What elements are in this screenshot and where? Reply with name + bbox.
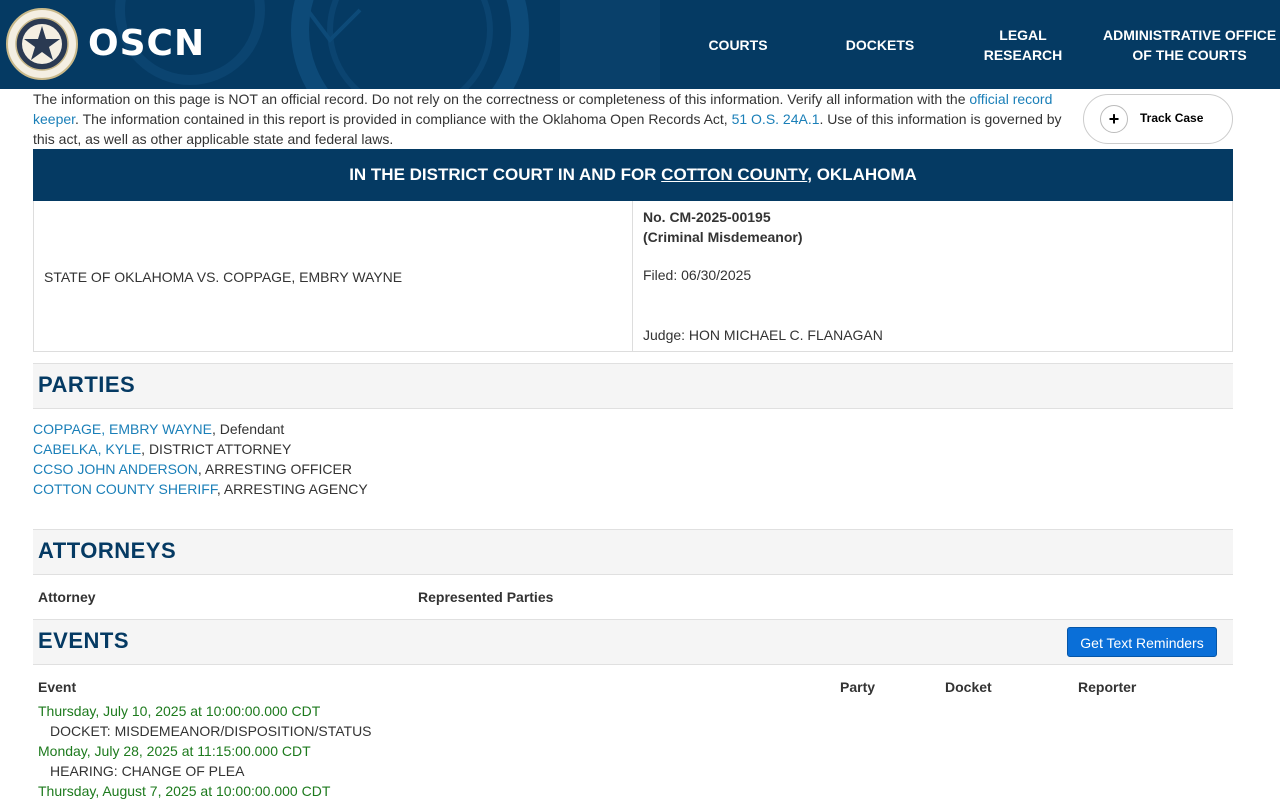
event-date: Monday, July 28, 2025 at 11:15:00.000 CD… <box>38 743 311 759</box>
column-header-attorney: Attorney <box>38 589 96 605</box>
court-banner: IN THE DISTRICT COURT IN AND FOR COTTON … <box>33 149 1233 201</box>
case-number: No. CM-2025-00195 <box>643 209 771 225</box>
case-filed-date: Filed: 06/30/2025 <box>643 267 752 283</box>
column-header-event: Event <box>38 679 77 695</box>
parties-heading: PARTIES <box>38 372 136 397</box>
column-header-reporter: Reporter <box>1078 679 1137 695</box>
track-case-label: Track Case <box>1140 111 1204 125</box>
notice-text-1: The information on this page is NOT an o… <box>33 91 970 107</box>
main-nav: COURTS DOCKETS LEGAL RESEARCH ADMINISTRA… <box>667 0 1280 89</box>
case-info-cell: No. CM-2025-00195 (Criminal Misdemeanor) <box>643 207 802 247</box>
list-item: COPPAGE, EMBRY WAYNE, Defendant <box>33 419 368 439</box>
event-date: Thursday, August 7, 2025 at 10:00:00.000… <box>38 783 331 799</box>
list-item: Thursday, July 10, 2025 at 10:00:00.000 … <box>38 701 372 741</box>
events-heading: EVENTS <box>38 628 130 653</box>
party-link[interactable]: CABELKA, KYLE <box>33 441 141 457</box>
nav-admin-label-line2: OF THE COURTS <box>1132 46 1247 63</box>
plus-icon: + <box>1100 105 1128 133</box>
party-role: , Defendant <box>211 421 285 437</box>
attorneys-section-header: ATTORNEYS <box>33 529 1233 575</box>
nav-administrative-office[interactable]: ADMINISTRATIVE OFFICE OF THE COURTS <box>1095 0 1280 89</box>
column-header-represented-parties: Represented Parties <box>418 589 554 605</box>
events-list: Thursday, July 10, 2025 at 10:00:00.000 … <box>38 701 372 801</box>
parties-section-header: PARTIES <box>33 363 1233 409</box>
court-suffix: , OKLAHOMA <box>807 165 917 184</box>
nav-dockets[interactable]: DOCKETS <box>809 0 951 89</box>
attorneys-table-header: Attorney Represented Parties <box>33 575 1233 619</box>
party-role: , ARRESTING OFFICER <box>197 461 352 477</box>
nav-legal-label-line2: RESEARCH <box>983 46 1063 63</box>
nav-courts[interactable]: COURTS <box>669 0 807 89</box>
site-logo-text[interactable]: OSCN <box>88 24 205 64</box>
case-caption: STATE OF OKLAHOMA VS. COPPAGE, EMBRY WAY… <box>33 201 1233 352</box>
party-link[interactable]: COPPAGE, EMBRY WAYNE <box>33 421 212 437</box>
event-date: Thursday, July 10, 2025 at 10:00:00.000 … <box>38 703 321 719</box>
nav-dockets-label: DOCKETS <box>845 36 915 53</box>
case-style-cell: STATE OF OKLAHOMA VS. COPPAGE, EMBRY WAY… <box>34 201 633 351</box>
list-item: Thursday, August 7, 2025 at 10:00:00.000… <box>38 781 372 801</box>
event-description: HEARING: CHANGE OF PLEA <box>50 763 245 779</box>
open-records-act-link[interactable]: 51 O.S. 24A.1 <box>732 111 820 127</box>
party-link[interactable]: CCSO JOHN ANDERSON <box>33 461 198 477</box>
party-link[interactable]: COTTON COUNTY SHERIFF <box>33 481 217 497</box>
events-section-header: EVENTS <box>33 619 1233 665</box>
list-item: Monday, July 28, 2025 at 11:15:00.000 CD… <box>38 741 372 781</box>
get-text-reminders-button[interactable]: Get Text Reminders <box>1067 627 1217 657</box>
disclaimer-notice: The information on this page is NOT an o… <box>33 89 1068 149</box>
party-role: , DISTRICT ATTORNEY <box>141 441 292 457</box>
case-style: STATE OF OKLAHOMA VS. COPPAGE, EMBRY WAY… <box>44 269 403 285</box>
list-item: CCSO JOHN ANDERSON, ARRESTING OFFICER <box>33 459 368 479</box>
case-type: (Criminal Misdemeanor) <box>643 229 803 245</box>
supreme-court-seal-logo[interactable] <box>6 8 78 80</box>
party-list: COPPAGE, EMBRY WAYNE, Defendant CABELKA,… <box>33 419 368 499</box>
column-header-docket: Docket <box>945 679 992 695</box>
attorneys-heading: ATTORNEYS <box>38 538 177 563</box>
county-link[interactable]: COTTON COUNTY <box>661 165 807 184</box>
notice-text-2: . The information contained in this repo… <box>75 111 732 127</box>
nav-admin-label-line1: ADMINISTRATIVE OFFICE <box>1103 26 1277 43</box>
column-header-party: Party <box>840 679 876 695</box>
case-judge: Judge: HON MICHAEL C. FLANAGAN <box>643 327 883 343</box>
list-item: CABELKA, KYLE, DISTRICT ATTORNEY <box>33 439 368 459</box>
list-item: COTTON COUNTY SHERIFF, ARRESTING AGENCY <box>33 479 368 499</box>
track-case-button[interactable]: + Track Case <box>1083 94 1233 144</box>
site-header: OSCN COURTS DOCKETS LEGAL RESEARCH ADMIN… <box>0 0 1280 89</box>
nav-legal-label-line1: LEGAL <box>999 26 1047 43</box>
court-prefix: IN THE DISTRICT COURT IN AND FOR <box>349 165 662 184</box>
event-description: DOCKET: MISDEMEANOR/DISPOSITION/STATUS <box>50 723 372 739</box>
nav-legal-research[interactable]: LEGAL RESEARCH <box>953 0 1093 89</box>
party-role: , ARRESTING AGENCY <box>216 481 368 497</box>
nav-courts-label: COURTS <box>708 36 768 53</box>
